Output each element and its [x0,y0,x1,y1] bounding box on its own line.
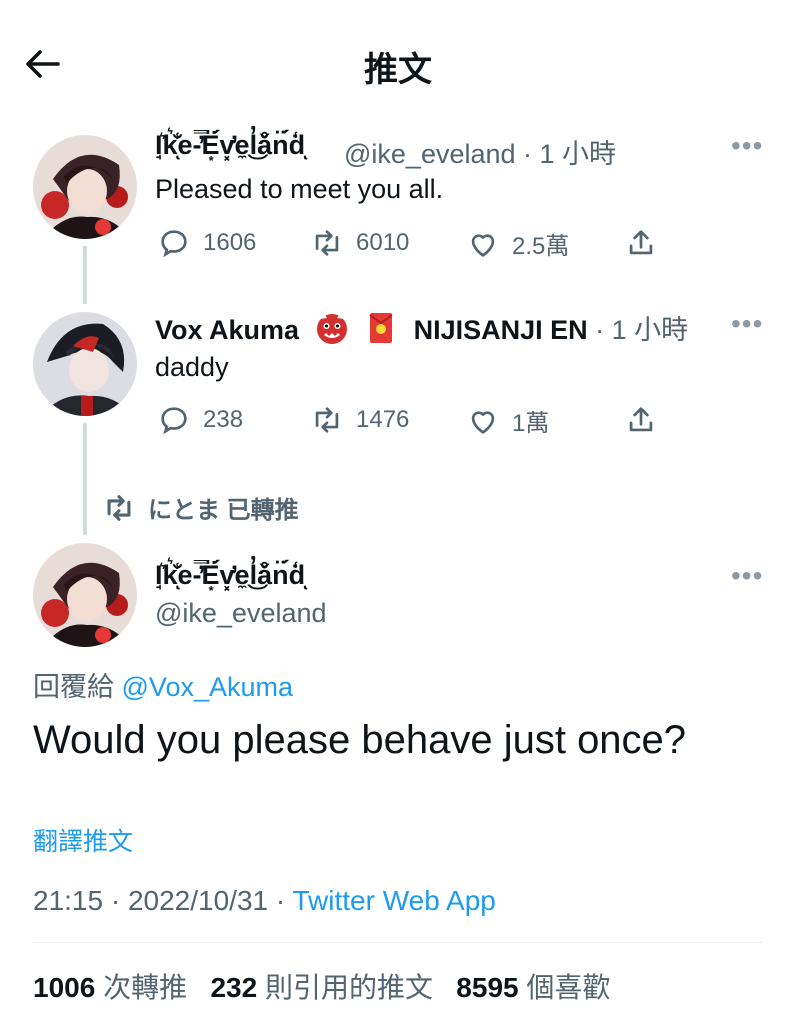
author-handle[interactable]: @ike_eveland [155,598,327,629]
avatar[interactable] [33,543,137,647]
reply-count: 1606 [203,229,257,256]
reply-icon [161,230,187,258]
retweet-icon [315,230,339,256]
page-title: 推文 [364,51,432,89]
likes-stat[interactable]: 8595 個喜歡 [456,972,610,1003]
author-handle[interactable]: @ike_eveland [344,139,516,169]
tweet-text: Pleased to meet you all. [155,174,444,204]
share-icon [629,407,653,432]
thread-connector [83,246,87,304]
share-button[interactable] [624,226,658,260]
heart-icon [471,233,495,257]
reply-prefix: 回覆給 [33,672,114,702]
retweet-button[interactable]: 6010 [310,226,409,260]
engagement-stats: 1006 次轉推 232 則引用的推文 8595 個喜歡 [33,966,610,1006]
more-options-icon[interactable]: ••• [731,308,763,340]
like-count: 1萬 [512,410,550,437]
tweet-text: daddy [155,352,229,382]
like-count: 2.5萬 [512,233,570,260]
avatar[interactable] [33,312,137,416]
translate-tweet-link[interactable]: 翻譯推文 [33,822,133,858]
reply-to-link[interactable]: @Vox_Akuma [122,672,294,702]
heart-icon [471,410,495,434]
retweets-label: 次轉推 [103,972,188,1003]
ogre-emoji-icon [315,311,349,345]
reply-button[interactable]: 238 [157,403,243,437]
likes-count: 8595 [456,972,519,1003]
author-handle-and-time[interactable]: @ike_eveland · 1 小時 [344,132,616,171]
quotes-label: 則引用的推文 [264,972,433,1003]
share-button[interactable] [624,403,658,437]
tweet-time: · 1 小時 [523,139,617,169]
retweeted-by-row[interactable]: にとま 已轉推 [102,490,299,525]
retweet-icon [315,407,339,433]
tweet-time: · 1 小時 [595,315,689,345]
thread-connector [83,423,87,535]
reply-context: 回覆給 @Vox_Akuma [33,665,293,704]
red-envelope-emoji-icon [364,311,398,345]
retweets-count: 1006 [33,972,96,1003]
reply-button[interactable]: 1606 [157,226,256,260]
retweet-count: 6010 [356,229,410,256]
like-button[interactable]: 1萬 [466,403,549,438]
likes-label: 個喜歡 [526,972,611,1003]
author-name-row[interactable]: Vox Akuma NIJISANJI EN · 1 小時 [155,308,688,347]
author-name-suffix[interactable]: NIJISANJI EN [414,315,588,345]
divider [33,942,763,943]
like-button[interactable]: 2.5萬 [466,226,569,261]
reply-count: 238 [203,406,244,433]
reply-icon [161,407,187,435]
author-name[interactable]: I̘͛k͛̆̾ͅe-̓̿Ë͙́v͓̓e̼͜l̓å̌n̈́ḋ̾ͅ [155,130,305,161]
retweeted-by-label: にとま 已轉推 [148,497,299,524]
more-options-icon[interactable]: ••• [731,560,763,592]
quotes-count: 232 [210,972,258,1003]
tweet-metadata: 21:15 · 2022/10/31 · Twitter Web App [33,885,496,917]
main-tweet-text: Would you please behave just once? [33,718,687,762]
avatar[interactable] [33,135,137,239]
share-icon [629,230,653,255]
author-name[interactable]: Vox Akuma [155,315,299,345]
tweet-source-link[interactable]: Twitter Web App [292,885,495,916]
author-name[interactable]: I̘͛k͛̆̾ͅe-̓̿Ë͙́v͓̓e̼͜l̓å̌n̈́ḋ̾ͅ [155,560,305,591]
more-options-icon[interactable]: ••• [731,130,763,162]
tweet-datetime[interactable]: 21:15 · 2022/10/31 · [33,885,285,916]
retweet-count: 1476 [356,406,410,433]
retweet-icon [107,494,131,521]
quotes-stat[interactable]: 232 則引用的推文 [210,972,433,1003]
retweets-stat[interactable]: 1006 次轉推 [33,972,187,1003]
retweet-button[interactable]: 1476 [310,403,409,437]
